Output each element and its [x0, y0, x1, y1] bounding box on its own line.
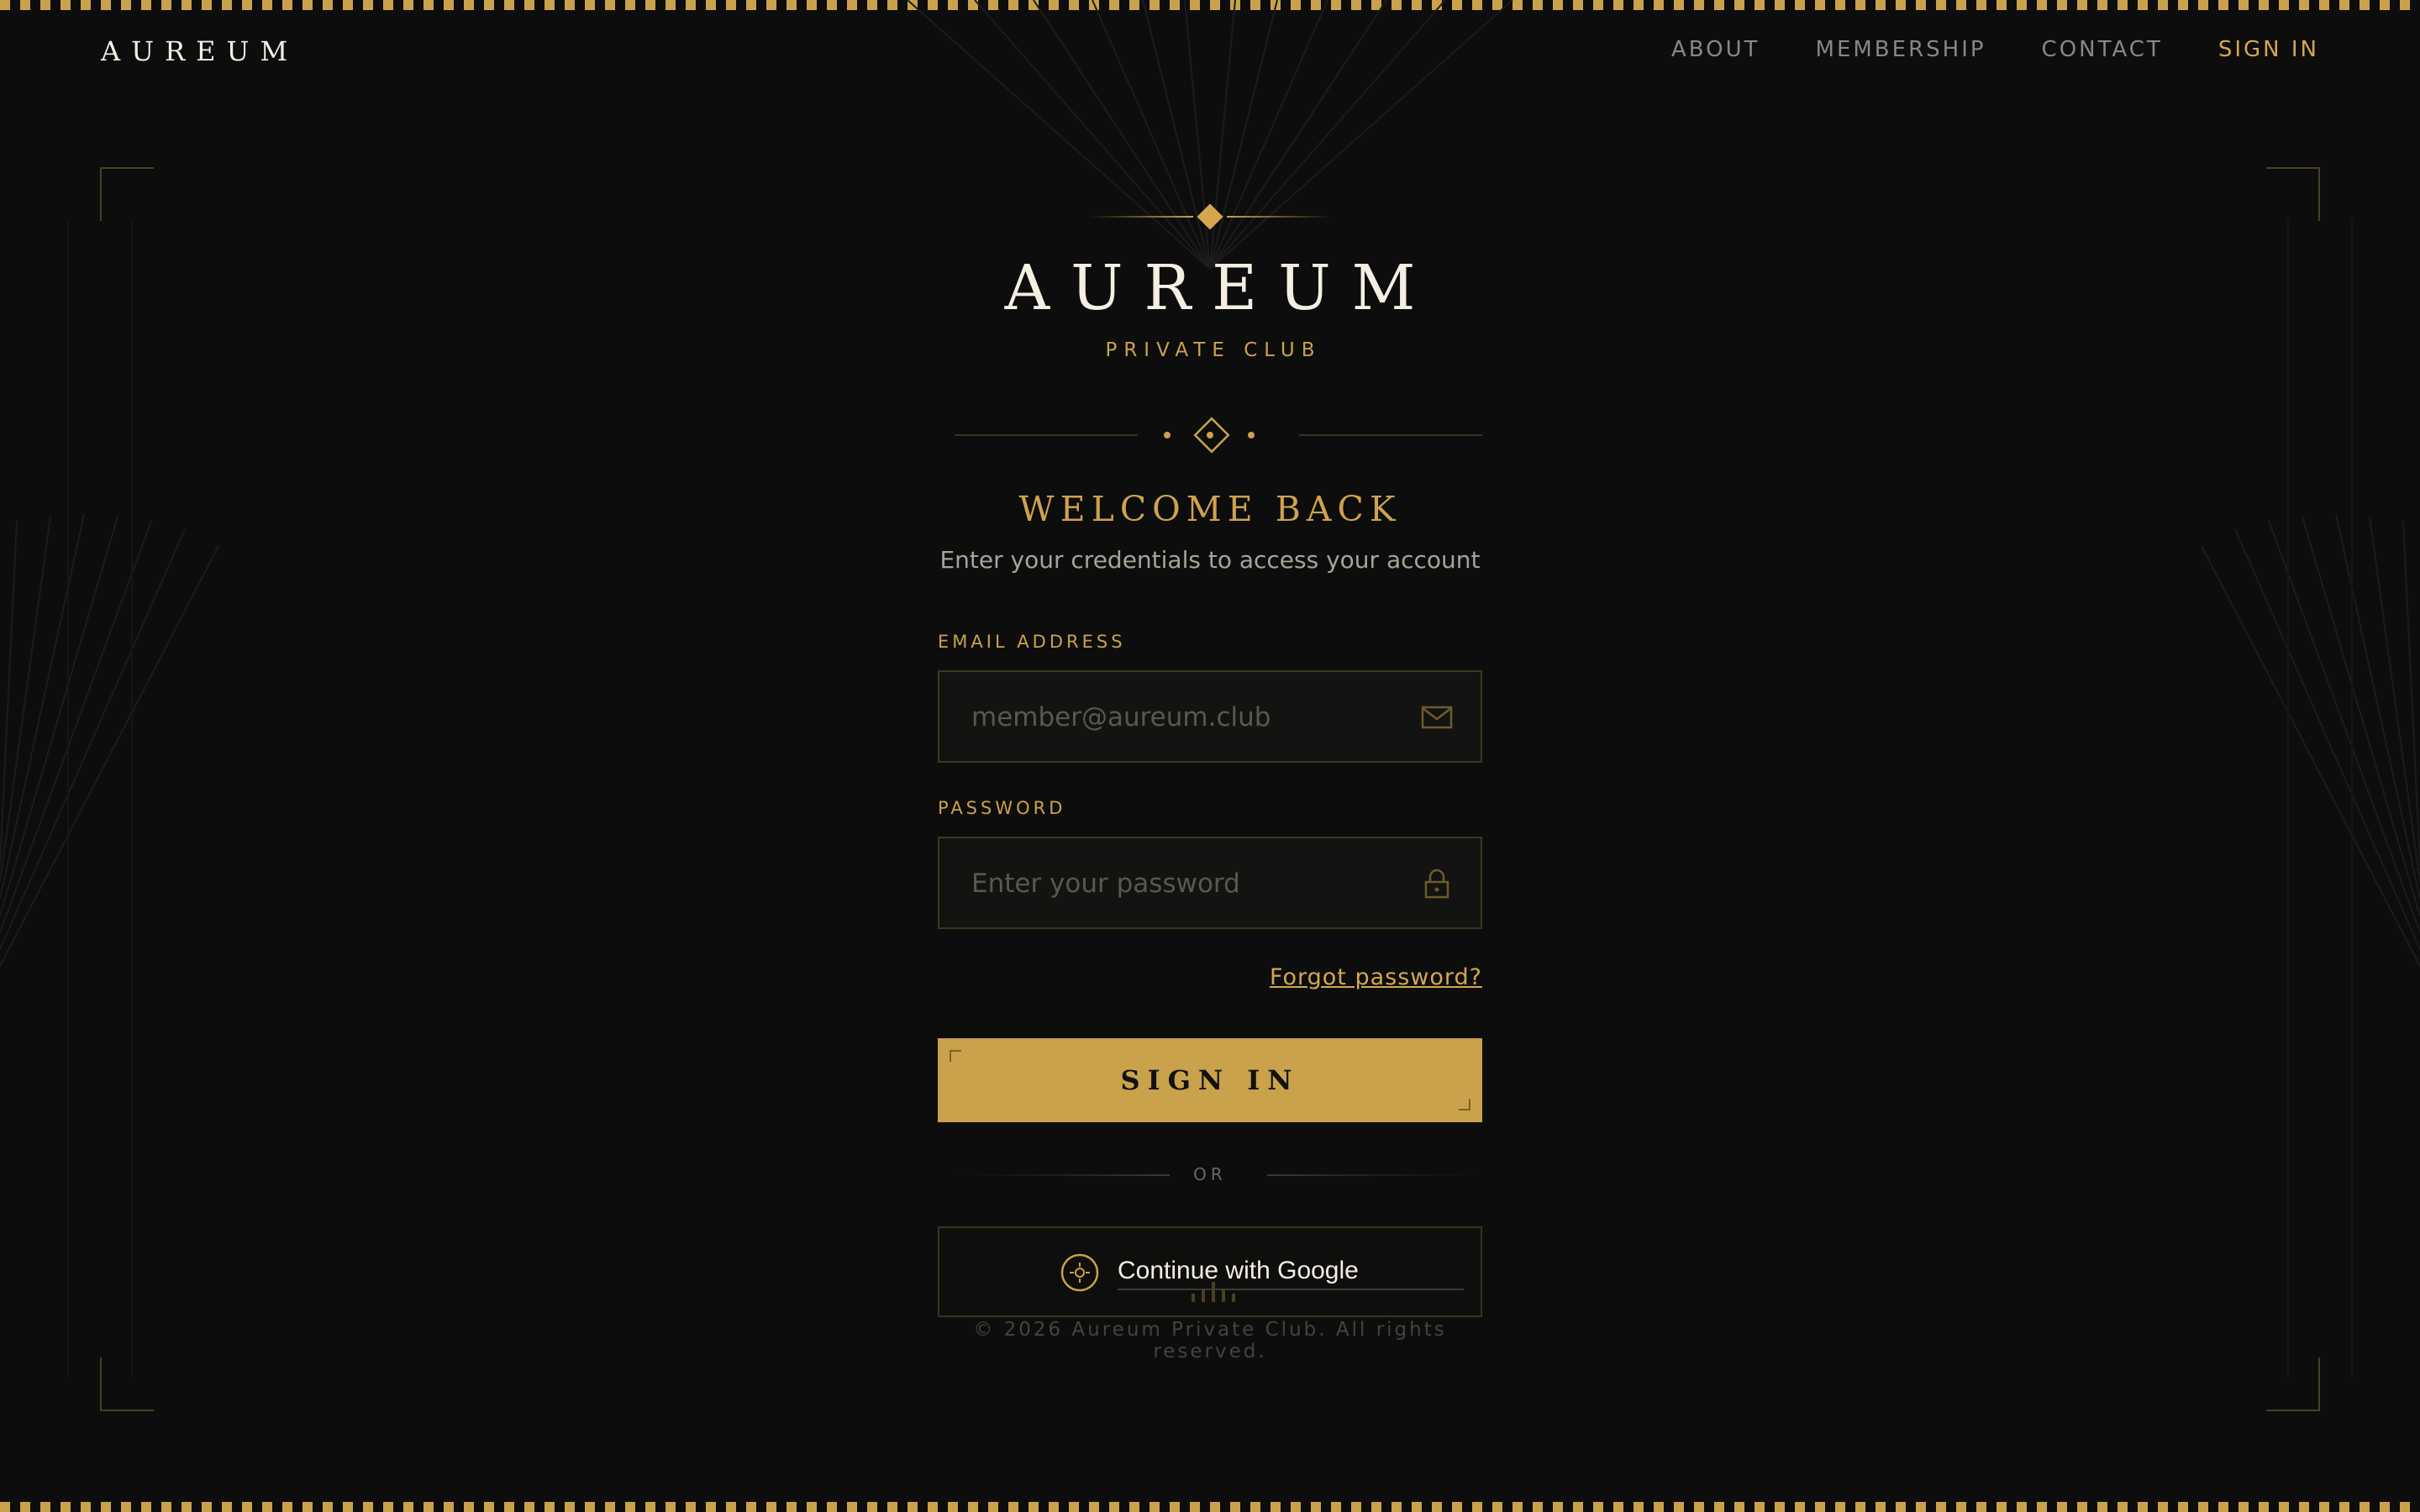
frame-corner-top-left [100, 167, 154, 221]
google-label-underline [1118, 1289, 1464, 1290]
diamond-ornament-icon [1089, 203, 1331, 230]
frame-line-left-inner [131, 218, 133, 1378]
nav-link-membership[interactable]: MEMBERSHIP [1816, 37, 1986, 62]
google-sign-in-button[interactable]: Continue with Google [938, 1226, 1482, 1317]
forgot-password-link[interactable]: Forgot password? [1270, 964, 1482, 990]
password-input[interactable] [970, 838, 1410, 929]
password-field-wrapper [938, 837, 1482, 929]
frame-corner-bottom-right [2266, 1357, 2320, 1411]
nav-link-contact[interactable]: CONTACT [2042, 37, 2163, 62]
nav-link-sign-in[interactable]: SIGN IN [2218, 37, 2319, 62]
sign-in-button-label: SIGN IN [1120, 1064, 1300, 1096]
nav-brand-logo[interactable]: AUREUM [101, 35, 298, 67]
frame-line-right [2351, 218, 2353, 1378]
or-divider-label: OR [1193, 1164, 1227, 1184]
frame-corner-top-right [2266, 167, 2320, 221]
sign-in-button[interactable]: SIGN IN [938, 1038, 1482, 1122]
page-subtitle: Enter your credentials to access your ac… [939, 546, 1481, 574]
email-field-wrapper [938, 670, 1482, 763]
lock-icon [1424, 869, 1449, 899]
envelope-icon [1421, 706, 1453, 729]
nav-link-about[interactable]: ABOUT [1671, 37, 1760, 62]
email-label: EMAIL ADDRESS [938, 632, 1126, 652]
button-corner-tick-icon [1459, 1099, 1470, 1110]
password-label: PASSWORD [938, 798, 1066, 818]
page-title: WELCOME BACK [1018, 489, 1402, 529]
email-input[interactable] [970, 672, 1410, 763]
frame-line-left [67, 218, 69, 1378]
google-compass-icon [1060, 1253, 1099, 1292]
equalizer-bars-icon [1192, 1282, 1235, 1302]
hero-tagline: PRIVATE CLUB [1105, 339, 1322, 361]
frame-corner-bottom-left [100, 1357, 154, 1411]
ornamental-divider-icon [955, 417, 1482, 454]
footer-copyright: © 2026 Aureum Private Club. All rights r… [973, 1319, 1447, 1362]
frame-line-right-inner [2287, 218, 2289, 1378]
button-corner-tick-icon [950, 1050, 961, 1062]
top-navigation: ABOUT MEMBERSHIP CONTACT SIGN IN [1671, 37, 2319, 62]
hero-logo: AUREUM [1004, 252, 1437, 324]
